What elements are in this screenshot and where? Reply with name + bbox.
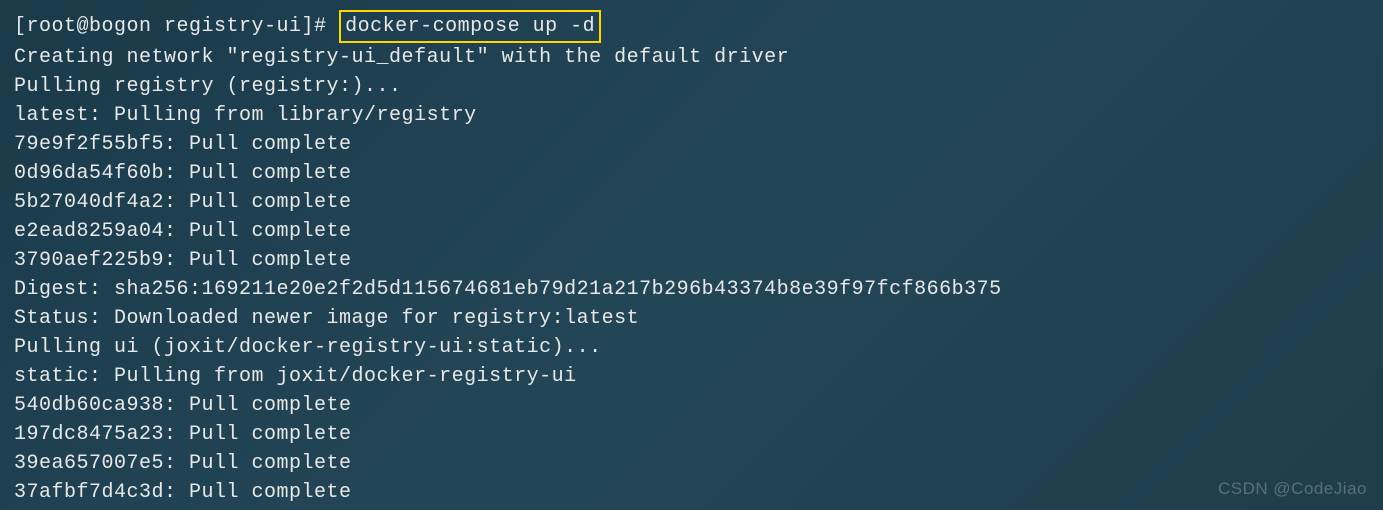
output-line: Status: Downloaded newer image for regis… (14, 304, 1369, 333)
command-text: docker-compose up -d (345, 15, 595, 38)
terminal-prompt-line[interactable]: [root@bogon registry-ui]# docker-compose… (14, 10, 1369, 43)
output-line: 3790aef225b9: Pull complete (14, 246, 1369, 275)
output-line: Pulling ui (joxit/docker-registry-ui:sta… (14, 333, 1369, 362)
output-line: 0d96da54f60b: Pull complete (14, 159, 1369, 188)
output-line: 37afbf7d4c3d: Pull complete (14, 478, 1369, 507)
output-line: latest: Pulling from library/registry (14, 101, 1369, 130)
output-line: 540db60ca938: Pull complete (14, 391, 1369, 420)
output-line: Pulling registry (registry:)... (14, 72, 1369, 101)
output-line: static: Pulling from joxit/docker-regist… (14, 362, 1369, 391)
watermark-text: CSDN @CodeJiao (1218, 477, 1367, 502)
output-line: 79e9f2f55bf5: Pull complete (14, 130, 1369, 159)
output-line: 39ea657007e5: Pull complete (14, 449, 1369, 478)
highlighted-command: docker-compose up -d (339, 10, 601, 43)
output-line: Digest: sha256:169211e20e2f2d5d115674681… (14, 275, 1369, 304)
output-line: 5b27040df4a2: Pull complete (14, 188, 1369, 217)
output-line: e2ead8259a04: Pull complete (14, 217, 1369, 246)
shell-prompt: [root@bogon registry-ui]# (14, 15, 339, 38)
output-line: Creating network "registry-ui_default" w… (14, 43, 1369, 72)
output-line: 197dc8475a23: Pull complete (14, 420, 1369, 449)
